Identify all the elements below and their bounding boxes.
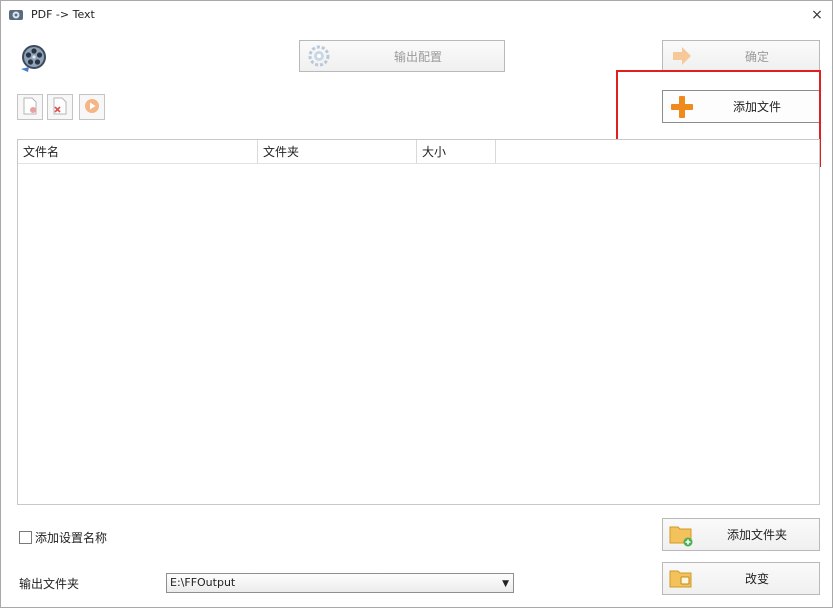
close-icon[interactable]: ×	[807, 5, 827, 25]
output-folder-value: E:\FFOutput	[170, 576, 236, 589]
film-reel-icon	[17, 43, 49, 75]
change-folder-label: 改变	[744, 572, 769, 586]
column-header-filename[interactable]: 文件名	[18, 140, 258, 164]
play-tool-button[interactable]	[79, 94, 105, 120]
output-config-label: 输出配置	[393, 49, 442, 64]
remove-doc-icon	[52, 97, 68, 118]
remove-item-tool-button[interactable]	[47, 94, 73, 120]
plus-icon	[669, 95, 695, 119]
change-folder-button[interactable]: 改变	[662, 562, 820, 595]
output-folder-select[interactable]: E:\FFOutput ▼	[166, 573, 514, 593]
confirm-button[interactable]: 确定	[662, 40, 820, 72]
gear-icon	[306, 44, 332, 68]
output-folder-label: 输出文件夹	[19, 577, 80, 591]
add-item-tool-button[interactable]	[17, 94, 43, 120]
folder-change-icon	[669, 567, 695, 591]
arrow-right-icon	[669, 44, 695, 68]
confirm-label: 确定	[744, 49, 769, 64]
add-folder-button[interactable]: 添加文件夹	[662, 518, 820, 551]
file-list[interactable]: 文件名 文件夹 大小	[17, 139, 820, 505]
app-icon	[8, 8, 24, 22]
add-setting-name-label: 添加设置名称	[35, 531, 108, 545]
add-setting-name-checkbox[interactable]	[19, 531, 32, 544]
window-title: PDF -> Text	[31, 8, 95, 21]
folder-add-icon	[669, 523, 695, 547]
main-window: PDF -> Text × 输出配置 确定 添加文件 文件名 文件夹 大小 添加…	[0, 0, 833, 608]
dropdown-arrow-icon: ▼	[502, 579, 509, 589]
column-header-size[interactable]: 大小	[417, 140, 496, 164]
add-file-button[interactable]: 添加文件	[662, 90, 820, 123]
add-file-label: 添加文件	[732, 100, 781, 114]
play-icon	[84, 98, 100, 117]
output-config-button[interactable]: 输出配置	[299, 40, 505, 72]
column-header-filler	[496, 140, 819, 164]
column-header-folder[interactable]: 文件夹	[258, 140, 417, 164]
add-folder-label: 添加文件夹	[726, 528, 787, 542]
add-doc-icon	[22, 97, 38, 118]
add-setting-name-option[interactable]: 添加设置名称	[19, 529, 107, 546]
